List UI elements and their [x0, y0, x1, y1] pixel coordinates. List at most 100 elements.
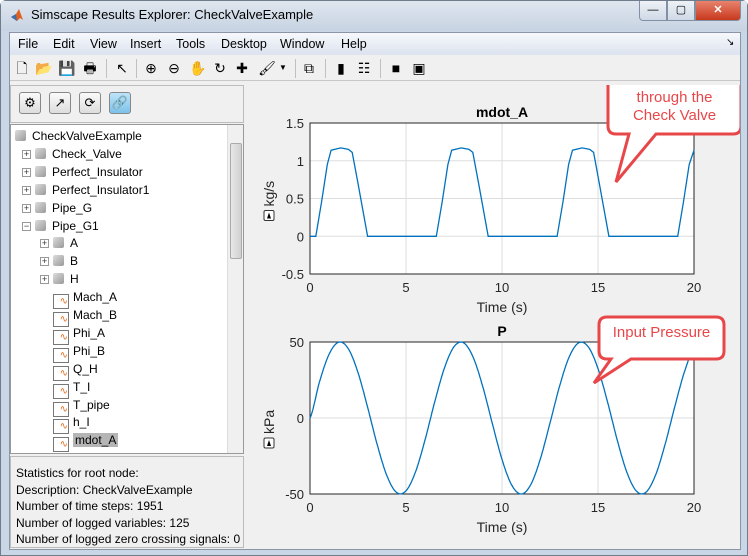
menu-tools[interactable]: Tools — [176, 37, 205, 51]
pointer-icon[interactable]: ↖ — [113, 59, 131, 77]
tree-item[interactable]: ∿ Mach_A — [53, 288, 118, 310]
chart-title: mdot_A — [476, 104, 528, 120]
expand-icon[interactable]: + — [22, 149, 31, 159]
legend-icon[interactable]: ☷ — [355, 59, 373, 77]
x-tick-label: 0 — [306, 500, 313, 515]
menu-insert[interactable]: Insert — [130, 37, 161, 51]
menu-help[interactable]: Help — [341, 37, 367, 51]
toolbar-separator — [325, 59, 326, 78]
x-axis-label: Time (s) — [477, 299, 528, 315]
toolbar-separator — [106, 59, 107, 78]
link-button[interactable]: 🔗 — [109, 92, 131, 114]
plot-signal-button[interactable]: ↗ — [49, 92, 71, 114]
tree-item[interactable]: Pipe_G1 — [35, 217, 99, 235]
zoom-out-icon[interactable]: ⊖ — [165, 59, 183, 77]
colorbar-icon[interactable]: ▮ — [332, 59, 350, 77]
results-tree[interactable]: CheckValveExample + Check_Valve + Perfect_In… — [10, 124, 244, 454]
open-icon[interactable]: 📂 — [35, 59, 53, 77]
plots-svg: 0 5 10 15 20-0.500.511.5mdot_ATime (s)kg/s0 5… — [261, 62, 743, 535]
x-tick-label: 15 — [591, 500, 605, 515]
hide-plot-tools-icon[interactable]: ■ — [387, 59, 405, 77]
tree-item[interactable]: Perfect_Insulator1 — [35, 181, 149, 199]
tree-item-label: h_I — [73, 415, 90, 430]
tree-item[interactable]: ∿ h_I — [53, 413, 90, 435]
reload-button[interactable]: ⟳ — [79, 92, 101, 114]
signal-icon: ∿ — [53, 437, 69, 453]
tree-item[interactable]: ∿ Phi_B — [53, 342, 106, 363]
pan-icon[interactable]: ✋ — [189, 59, 207, 77]
y-tick-label: 1.5 — [286, 116, 304, 131]
dock-arrow-icon[interactable]: ↘ — [726, 37, 734, 48]
tree-item-label: Pipe_G1 — [52, 218, 99, 233]
x-tick-label: 20 — [687, 500, 701, 515]
title-bar[interactable]: Simscape Results Explorer: CheckValveExa… — [1, 1, 747, 31]
maximize-button[interactable]: ▢ — [667, 1, 695, 21]
tree-item-label: Mach_A — [73, 290, 118, 305]
y-tick-label: 1 — [297, 154, 304, 169]
tree-item[interactable]: H — [53, 270, 79, 288]
x-tick-label: 10 — [495, 500, 509, 515]
expand-icon[interactable]: + — [40, 275, 49, 285]
menu-desktop[interactable]: Desktop — [221, 37, 267, 51]
data-cursor-icon[interactable]: ✚ — [233, 59, 251, 77]
y-axis-label-group[interactable]: kg/s — [261, 181, 277, 221]
tree-item[interactable]: Pipe_G — [35, 199, 92, 217]
stat-line: Statistics for root node: — [16, 466, 139, 480]
menu-view[interactable]: View — [90, 37, 117, 51]
brush-icon[interactable]: 🖌 — [258, 59, 276, 77]
zoom-in-icon[interactable]: ⊕ — [142, 59, 160, 77]
x-axis-label: Time (s) — [477, 519, 528, 535]
collapse-icon[interactable]: − — [22, 221, 31, 231]
brush-dropdown-icon[interactable]: ▼ — [278, 59, 288, 77]
close-button[interactable]: ✕ — [695, 1, 741, 21]
tree-item-label: A — [70, 236, 79, 251]
expand-icon[interactable]: + — [40, 257, 49, 267]
toolbar-separator — [380, 59, 381, 78]
component-icon — [35, 219, 46, 231]
menu-window[interactable]: Window — [280, 37, 324, 51]
tree-item-label: Phi_B — [73, 343, 106, 358]
tree-item[interactable]: ∿ mdot_A — [53, 431, 119, 453]
chart-title: P — [497, 323, 506, 339]
expand-icon[interactable]: + — [22, 203, 31, 213]
menu-edit[interactable]: Edit — [53, 37, 75, 51]
expand-icon[interactable]: + — [22, 167, 31, 177]
tree-item[interactable]: ∿ Phi_A — [53, 324, 106, 345]
y-axis-label-group[interactable]: kPa — [261, 410, 277, 449]
print-icon[interactable]: 🖶 — [81, 59, 99, 77]
tree-item[interactable]: Check_Valve — [35, 145, 122, 163]
tree-item[interactable]: ∿ T_pipe — [53, 396, 110, 417]
tree-item-label: T_I — [73, 379, 91, 394]
tree-item[interactable]: A — [53, 234, 78, 252]
tree-scrollbar[interactable] — [227, 125, 243, 453]
scrollbar-thumb[interactable] — [230, 143, 242, 259]
tree-item[interactable]: ∿ Mach_B — [53, 306, 117, 327]
figure-client: File Edit View Insert Tools Desktop Window Help… — [9, 32, 743, 550]
plot-area: 0 5 10 15 20 -0.5 0 0.5 1 1.5 mdot_A Time (s) kg/s 0 5… — [246, 62, 743, 549]
tree-item[interactable]: B — [53, 252, 78, 270]
show-plot-tools-icon[interactable]: ▣ — [410, 59, 428, 77]
minimize-button[interactable]: — — [639, 1, 667, 21]
expand-icon[interactable]: + — [22, 185, 31, 195]
y-axis-label: kPa — [261, 410, 277, 434]
window-title: Simscape Results Explorer: CheckValveExa… — [31, 7, 314, 22]
tree-item[interactable]: ∿ Q_H — [53, 360, 98, 381]
menu-file[interactable]: File — [18, 37, 38, 51]
component-icon — [53, 237, 64, 249]
tree-item[interactable]: ∿ T_I — [53, 378, 91, 399]
y-tick-label: 50 — [290, 335, 304, 350]
matlab-logo-icon — [11, 9, 23, 21]
rotate-icon[interactable]: ↻ — [211, 59, 229, 77]
y-tick-label: 0.5 — [286, 192, 304, 207]
options-button[interactable]: ⚙ — [19, 92, 41, 114]
toolbar: 🗋 📂 💾 🖶 ↖ ⊕ ⊖ ✋ ↻ ✚ 🖌 ⧉ ▮ ☷ ■ ▣ ▼ — [10, 56, 740, 81]
save-icon[interactable]: 💾 — [58, 59, 76, 77]
y-tick-label: 0 — [297, 411, 304, 426]
expand-icon[interactable]: + — [40, 239, 49, 249]
tree-item-label: Q_H — [73, 361, 98, 376]
new-figure-icon[interactable]: 🗋 — [13, 59, 31, 77]
link-plot-icon[interactable]: ⧉ — [300, 59, 318, 77]
tree-item-label: Phi_A — [73, 325, 106, 340]
tree-item[interactable]: Perfect_Insulator — [35, 163, 143, 181]
tree-item[interactable]: CheckValveExample — [15, 127, 142, 145]
